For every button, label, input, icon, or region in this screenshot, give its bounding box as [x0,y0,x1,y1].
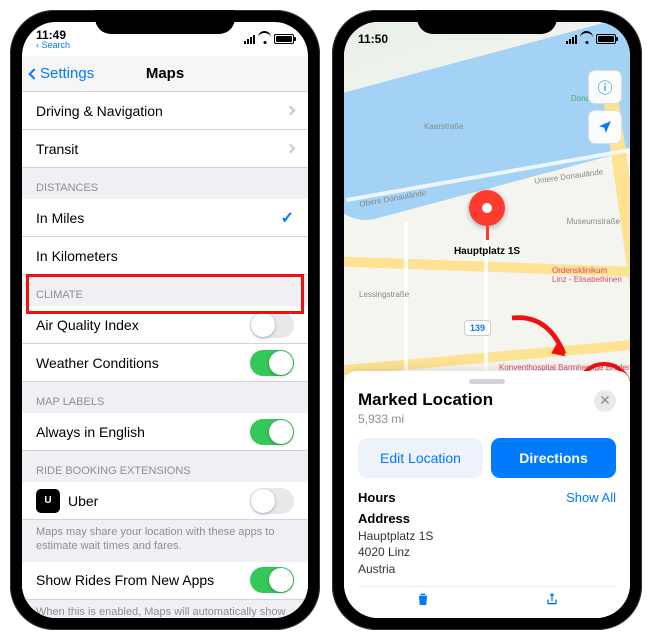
battery-icon [596,34,616,44]
header-map-labels: MAP LABELS [22,382,308,413]
place-card[interactable]: Marked Location 5,933 mi ✕ Edit Location… [344,371,630,618]
card-subtitle: 5,933 mi [358,412,493,426]
settings-list[interactable]: Driving & Navigation Transit DISTANCES I… [22,92,308,618]
screen-settings: 11:49 ‹ Search Settings Maps Driving & N… [22,22,308,618]
header-climate: CLIMATE [22,275,308,306]
location-arrow-icon [597,119,613,135]
info-button[interactable]: ⓘ [588,70,622,104]
chevron-left-icon [28,68,39,79]
row-weather-conditions[interactable]: Weather Conditions [22,344,308,382]
row-in-kilometers[interactable]: In Kilometers [22,237,308,275]
card-toolbar [358,586,616,616]
row-air-quality-index[interactable]: Air Quality Index [22,306,308,344]
trash-button[interactable] [415,591,431,612]
poi-label: Ordensklinikum Linz - Elisabethinen [552,267,622,285]
share-button[interactable] [544,591,560,612]
locate-button[interactable] [588,110,622,144]
status-back-hint[interactable]: ‹ Search [36,41,70,50]
row-driving-navigation[interactable]: Driving & Navigation [22,92,308,130]
street-label: Kaarstraße [424,122,464,131]
battery-icon [274,34,294,44]
route-shield: 139 [464,320,491,336]
trash-icon [415,591,431,607]
card-grabber[interactable] [469,379,505,384]
header-distances: DISTANCES [22,168,308,199]
switch-aqi[interactable] [250,312,294,338]
row-transit[interactable]: Transit [22,130,308,168]
signal-icon [566,34,577,44]
wifi-icon [258,34,271,44]
row-uber[interactable]: UUber [22,482,308,520]
share-icon [544,591,560,607]
nav-bar: Settings Maps [22,56,308,92]
card-title: Marked Location [358,390,493,410]
pin-label: Hauptplatz 1S [454,246,520,257]
switch-weather[interactable] [250,350,294,376]
close-button[interactable]: ✕ [594,390,616,412]
phone-left: 11:49 ‹ Search Settings Maps Driving & N… [10,10,320,630]
status-time: 11:50 [358,33,388,45]
footer-show-rides: When this is enabled, Maps will automati… [22,600,308,618]
chevron-right-icon [286,144,296,154]
back-button[interactable]: Settings [30,65,94,82]
street-label: Lessingstraße [359,290,409,299]
street-label: Museumstraße [567,217,620,226]
chevron-right-icon [286,106,296,116]
screen-maps: 11:50 Kaarstraße Untere Donaulände Obere… [344,22,630,618]
phone-right: 11:50 Kaarstraße Untere Donaulände Obere… [332,10,642,630]
directions-button[interactable]: Directions [491,438,616,478]
header-ride-booking: RIDE BOOKING EXTENSIONS [22,451,308,482]
hours-label: Hours [358,490,396,505]
wifi-icon [580,34,593,44]
switch-show-rides[interactable] [250,567,294,593]
notch [95,10,235,34]
signal-icon [244,34,255,44]
uber-icon: U [36,489,60,513]
notch [417,10,557,34]
address-block: Hauptplatz 1S 4020 Linz Austria [358,528,616,578]
row-always-english[interactable]: Always in English [22,413,308,451]
row-show-rides[interactable]: Show Rides From New Apps [22,562,308,600]
map-pin[interactable] [469,190,505,240]
checkmark-icon: ✓ [281,208,294,228]
address-label: Address [358,511,410,526]
edit-location-button[interactable]: Edit Location [358,438,483,478]
footer-ride: Maps may share your location with these … [22,520,308,562]
map-canvas[interactable]: 11:50 Kaarstraße Untere Donaulände Obere… [344,22,630,412]
row-in-miles[interactable]: In Miles✓ [22,199,308,237]
switch-uber[interactable] [250,488,294,514]
show-all-link[interactable]: Show All [566,490,616,505]
switch-english[interactable] [250,419,294,445]
